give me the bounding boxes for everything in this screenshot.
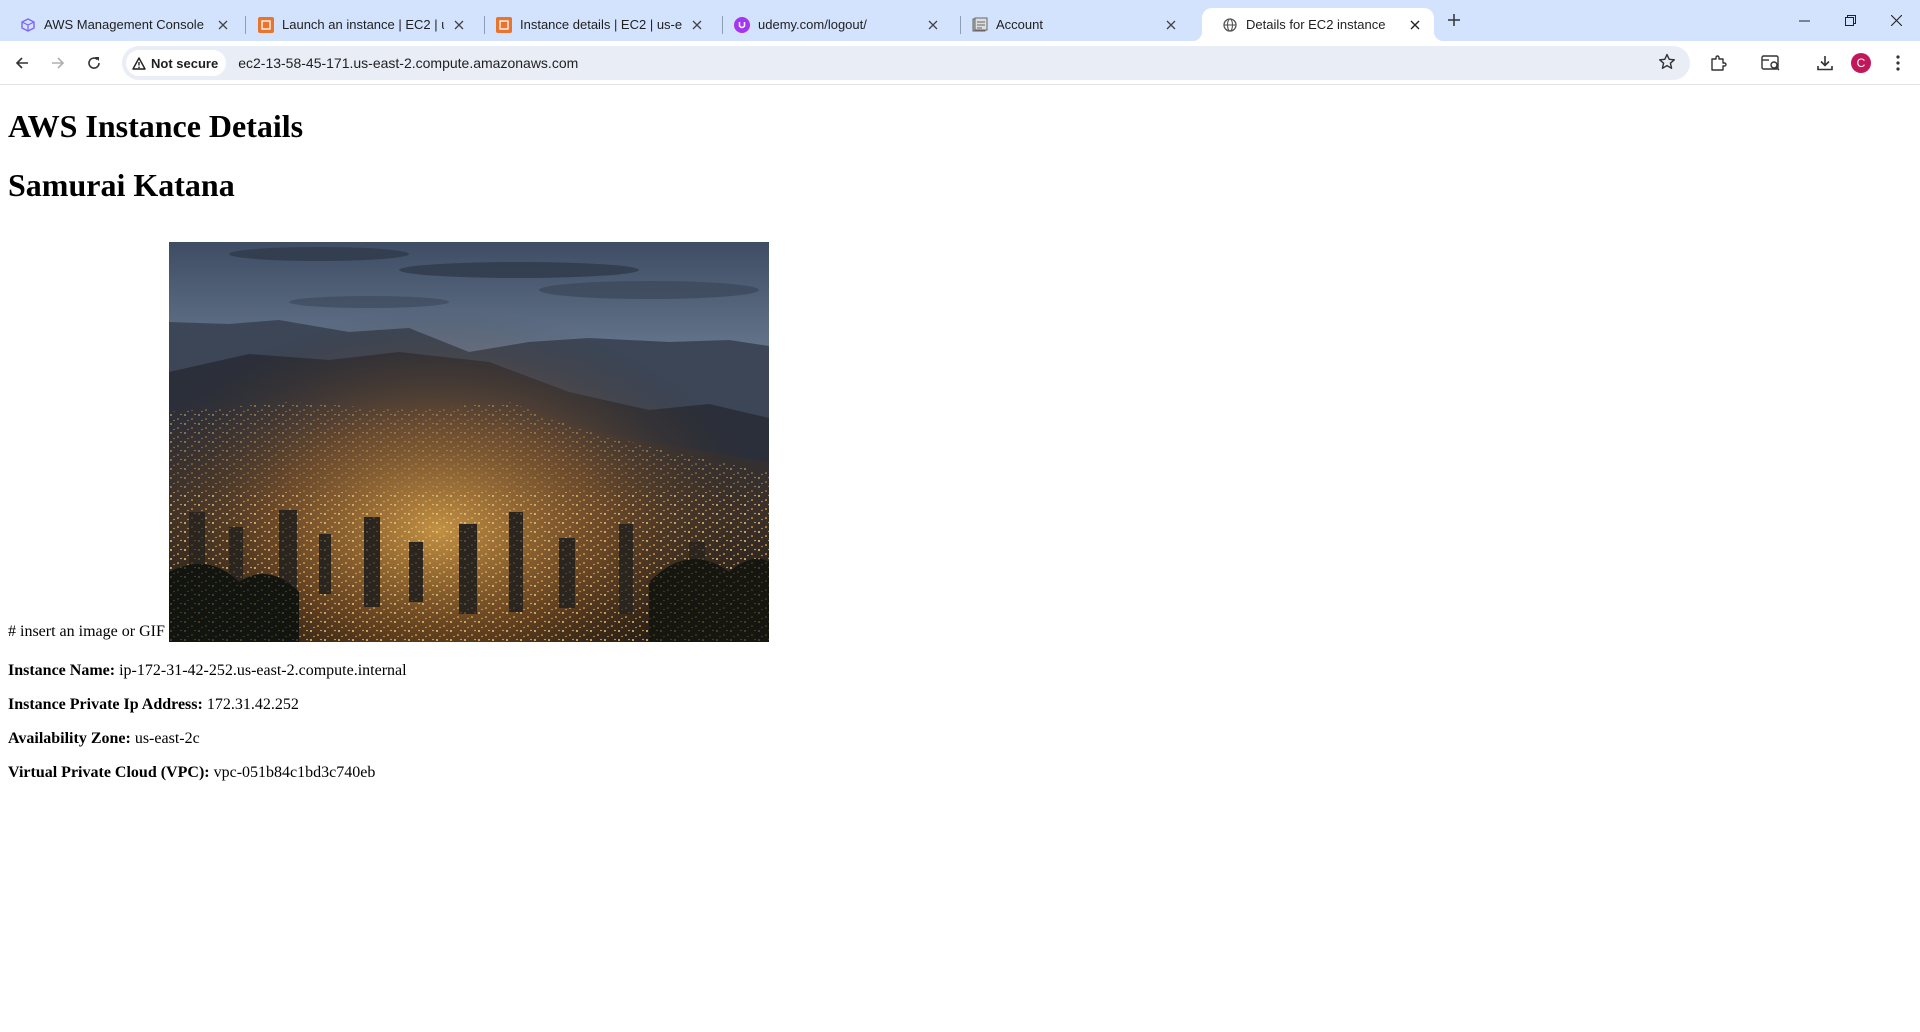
security-label: Not secure bbox=[151, 55, 219, 71]
tab-title: AWS Management Console bbox=[44, 17, 204, 32]
forward-button[interactable] bbox=[43, 48, 73, 78]
close-icon bbox=[1890, 14, 1902, 26]
ec2-icon bbox=[258, 16, 274, 33]
download-icon bbox=[1817, 56, 1833, 71]
close-tab-icon[interactable] bbox=[924, 16, 942, 34]
reload-icon bbox=[88, 57, 100, 69]
close-tab-icon[interactable] bbox=[688, 16, 706, 34]
tab-launch-instance[interactable]: Launch an instance | EC2 | us-east-2 bbox=[238, 8, 478, 41]
tab-strip: AWS Management Console Launch an instanc… bbox=[0, 0, 1920, 41]
tab-title: Launch an instance | EC2 | us-east-2 bbox=[282, 17, 444, 32]
ec2-icon bbox=[496, 16, 512, 33]
page-subtitle: Samurai Katana bbox=[8, 167, 235, 203]
profile-avatar[interactable]: C bbox=[1851, 53, 1871, 73]
downloads-button[interactable] bbox=[1810, 48, 1840, 78]
udemy-icon bbox=[734, 16, 750, 33]
account-icon bbox=[972, 17, 988, 33]
detail-value: us-east-2c bbox=[134, 730, 200, 747]
detail-label: Virtual Private Cloud (VPC): bbox=[8, 764, 210, 781]
close-tab-icon[interactable] bbox=[214, 16, 232, 34]
new-tab-button[interactable] bbox=[1440, 8, 1468, 32]
plus-icon bbox=[1448, 14, 1460, 26]
arrow-left-icon bbox=[15, 57, 28, 69]
tab-search-button[interactable] bbox=[1756, 48, 1786, 78]
browser-toolbar: Not secure ec2-13-58-45-171.us-east-2.co… bbox=[0, 41, 1920, 85]
restore-icon bbox=[1844, 14, 1856, 26]
tab-instance-details[interactable]: Instance details | EC2 | us-east-2 bbox=[476, 8, 716, 41]
arrow-right-icon bbox=[52, 57, 65, 69]
globe-icon bbox=[1222, 17, 1238, 33]
extensions-button[interactable] bbox=[1703, 48, 1733, 78]
tab-details-for-ec2-instance[interactable]: Details for EC2 instance bbox=[1192, 8, 1444, 41]
page-content: AWS Instance Details Samurai Katana # in… bbox=[0, 86, 1920, 1032]
detail-value: ip-172-31-42-252.us-east-2.compute.inter… bbox=[119, 662, 407, 679]
tab-title: udemy.com/logout/ bbox=[758, 17, 867, 32]
site-security-chip[interactable]: Not secure bbox=[126, 50, 227, 76]
close-tab-icon[interactable] bbox=[450, 16, 468, 34]
close-tab-icon[interactable] bbox=[1162, 16, 1180, 34]
warning-icon bbox=[132, 56, 146, 70]
aws-cube-icon bbox=[20, 17, 36, 33]
detail-value: 172.31.42.252 bbox=[206, 696, 299, 713]
tab-search-icon bbox=[1761, 55, 1780, 71]
menu-button[interactable] bbox=[1883, 48, 1913, 78]
restore-button[interactable] bbox=[1827, 0, 1873, 40]
detail-label: Instance Name: bbox=[8, 662, 116, 679]
detail-availability-zone: Availability Zone: us-east-2c bbox=[8, 730, 200, 748]
tab-aws-management-console[interactable]: AWS Management Console bbox=[0, 8, 242, 41]
image-section: # insert an image or GIF bbox=[8, 242, 769, 642]
tab-udemy-logout[interactable]: udemy.com/logout/ bbox=[714, 8, 952, 41]
bookmark-star-icon[interactable] bbox=[1658, 53, 1676, 76]
back-button[interactable] bbox=[7, 48, 37, 78]
detail-value: vpc-051b84c1bd3c740eb bbox=[213, 764, 376, 781]
tab-title: Instance details | EC2 | us-east-2 bbox=[520, 17, 682, 32]
tab-title: Details for EC2 instance bbox=[1246, 17, 1386, 32]
tab-account[interactable]: Account bbox=[952, 8, 1190, 41]
image-caption: # insert an image or GIF bbox=[8, 623, 165, 640]
close-tab-icon[interactable] bbox=[1406, 16, 1424, 34]
reload-button[interactable] bbox=[79, 48, 109, 78]
detail-vpc: Virtual Private Cloud (VPC): vpc-051b84c… bbox=[8, 764, 375, 782]
url-text[interactable]: ec2-13-58-45-171.us-east-2.compute.amazo… bbox=[238, 55, 578, 71]
more-vertical-icon bbox=[1896, 55, 1900, 71]
detail-private-ip: Instance Private Ip Address: 172.31.42.2… bbox=[8, 696, 299, 714]
detail-label: Availability Zone: bbox=[8, 730, 131, 747]
tab-title: Account bbox=[996, 17, 1043, 32]
puzzle-icon bbox=[1711, 55, 1727, 71]
minimize-icon bbox=[1798, 20, 1810, 21]
minimize-button[interactable] bbox=[1781, 0, 1827, 40]
address-bar[interactable]: Not secure ec2-13-58-45-171.us-east-2.co… bbox=[122, 46, 1690, 80]
detail-label: Instance Private Ip Address: bbox=[8, 696, 203, 713]
close-window-button[interactable] bbox=[1873, 0, 1919, 40]
detail-instance-name: Instance Name: ip-172-31-42-252.us-east-… bbox=[8, 662, 407, 680]
city-night-photo bbox=[168, 242, 769, 642]
page-title: AWS Instance Details bbox=[8, 108, 304, 144]
